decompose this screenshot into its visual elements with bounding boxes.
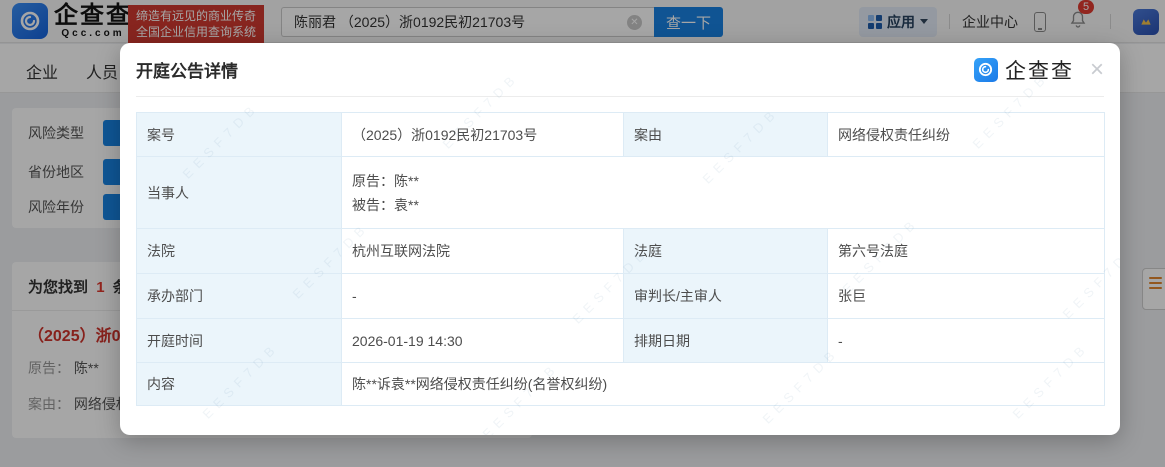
- qcc-logo-icon: [974, 58, 998, 82]
- cell-value: （2025）浙0192民初21703号: [342, 113, 624, 157]
- table-row: 内容 陈**诉袁**网络侵权责任纠纷(名誉权纠纷): [137, 363, 1105, 406]
- cell-value: -: [828, 319, 1105, 363]
- cell-value: 杭州互联网法院: [342, 229, 624, 274]
- cell-label: 法院: [137, 229, 342, 274]
- party-line-plaintiff: 原告：陈**: [352, 169, 1096, 193]
- cell-label: 案由: [624, 113, 828, 157]
- table-row: 开庭时间 2026-01-19 14:30 排期日期 -: [137, 319, 1105, 363]
- cell-label: 审判长/主审人: [624, 274, 828, 319]
- cell-label: 法庭: [624, 229, 828, 274]
- modal-header: 开庭公告详情 企查查 ×: [136, 43, 1104, 97]
- close-icon[interactable]: ×: [1090, 60, 1104, 80]
- cell-value: 张巨: [828, 274, 1105, 319]
- party-line-defendant: 被告：袁**: [352, 193, 1096, 217]
- cell-value: 陈**诉袁**网络侵权责任纠纷(名誉权纠纷): [342, 363, 1105, 406]
- table-row: 案号 （2025）浙0192民初21703号 案由 网络侵权责任纠纷: [137, 113, 1105, 157]
- cell-label: 排期日期: [624, 319, 828, 363]
- hearing-detail-table: 案号 （2025）浙0192民初21703号 案由 网络侵权责任纠纷 当事人 原…: [136, 112, 1105, 406]
- cell-label: 承办部门: [137, 274, 342, 319]
- cell-value: 原告：陈** 被告：袁**: [342, 157, 1105, 229]
- hearing-detail-modal: EESF7DB EESF7DB EESF7DB EESF7DB EESF7DB …: [120, 43, 1120, 435]
- table-row: 承办部门 - 审判长/主审人 张巨: [137, 274, 1105, 319]
- table-row: 当事人 原告：陈** 被告：袁**: [137, 157, 1105, 229]
- cell-label: 案号: [137, 113, 342, 157]
- modal-title: 开庭公告详情: [136, 57, 238, 82]
- cell-label: 当事人: [137, 157, 342, 229]
- cell-value: 网络侵权责任纠纷: [828, 113, 1105, 157]
- cell-value: 第六号法庭: [828, 229, 1105, 274]
- modal-header-right: 企查查 ×: [974, 55, 1104, 85]
- table-row: 法院 杭州互联网法院 法庭 第六号法庭: [137, 229, 1105, 274]
- cell-label: 开庭时间: [137, 319, 342, 363]
- modal-body: 案号 （2025）浙0192民初21703号 案由 网络侵权责任纠纷 当事人 原…: [136, 112, 1105, 406]
- cell-value: 2026-01-19 14:30: [342, 319, 624, 363]
- cell-label: 内容: [137, 363, 342, 406]
- modal-brand-name: 企查查: [1005, 55, 1074, 85]
- cell-value: -: [342, 274, 624, 319]
